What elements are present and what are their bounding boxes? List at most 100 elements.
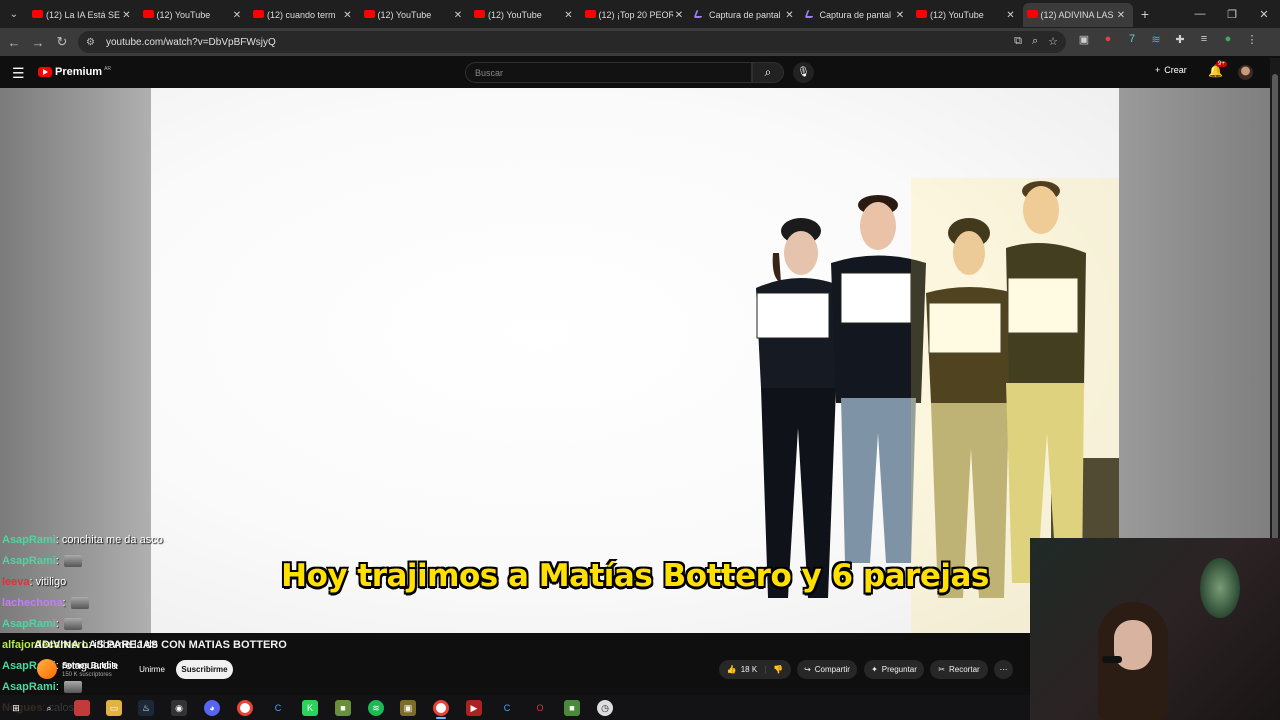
subscribe-button[interactable]: Suscribirme	[176, 660, 233, 679]
browser-tab[interactable]: (12) YouTube ✕	[360, 3, 471, 27]
obs-icon[interactable]: ◉	[171, 700, 187, 716]
reload-icon[interactable]: ↻	[50, 34, 74, 50]
tab-close-icon[interactable]: ✕	[1115, 10, 1127, 21]
forward-icon[interactable]: →	[26, 35, 50, 50]
browser-tab[interactable]: (12) YouTube ✕	[912, 3, 1023, 27]
ask-label: Preguntar	[881, 665, 917, 674]
channel-avatar[interactable]	[37, 659, 57, 679]
taskbar-app-red-icon[interactable]	[74, 700, 90, 716]
steam-icon[interactable]: ♨	[138, 700, 154, 716]
kick-icon[interactable]: K	[302, 700, 318, 716]
install-app-icon[interactable]: ⧉	[1014, 35, 1022, 48]
join-label: Unirme	[139, 665, 165, 674]
close-window-icon[interactable]: ✕	[1248, 0, 1280, 28]
thumbs-up-icon: 👍	[726, 665, 737, 674]
extensions-puzzle-icon[interactable]: ✚	[1172, 33, 1188, 46]
minecraft-icon[interactable]: ■	[335, 700, 351, 716]
browser-tab[interactable]: (12) ADIVINA LAS ✕	[1022, 3, 1133, 27]
clip-button[interactable]: ✂ Recortar	[930, 660, 988, 679]
chat-username[interactable]: leeva	[2, 576, 30, 588]
chrome-active-icon[interactable]	[433, 700, 449, 716]
browser-tab[interactable]: (12) YouTube ✕	[139, 3, 250, 27]
chat-emote-icon	[63, 681, 82, 694]
app-c2-icon[interactable]: C	[499, 700, 515, 716]
media-control-icon[interactable]: ≡	[1196, 33, 1212, 46]
tab-close-icon[interactable]: ✕	[784, 10, 796, 21]
voice-search-button[interactable]: 🎙	[793, 62, 814, 83]
ask-button[interactable]: ✦ Preguntar	[864, 660, 924, 679]
search-input[interactable]: Buscar	[465, 62, 752, 83]
join-button[interactable]: Unirme	[136, 660, 168, 679]
app-c-icon[interactable]: C	[270, 700, 286, 716]
create-button[interactable]: + Crear	[1155, 65, 1187, 75]
search-button[interactable]: ⌕	[752, 62, 784, 83]
chat-username[interactable]: AsapRami	[2, 618, 56, 630]
clip-label: Recortar	[949, 665, 980, 674]
start-windows-icon[interactable]: ⊞	[8, 700, 24, 716]
opera-icon[interactable]: O	[532, 700, 548, 716]
tab-close-icon[interactable]: ✕	[563, 10, 575, 21]
dislike-button[interactable]: 👎	[773, 665, 783, 674]
tab-close-icon[interactable]: ✕	[673, 10, 685, 21]
notifications-button[interactable]: 🔔 9+	[1208, 61, 1227, 78]
tab-list: (12) La IA Está SE ✕ (12) YouTube ✕ (12) cua…	[28, 0, 1133, 28]
extension-translate-icon[interactable]: ▣	[1076, 33, 1092, 46]
browser-tab[interactable]: (12) ¡Top 20 PEOR ✕	[581, 3, 692, 27]
tab-search-icon[interactable]: ⌄	[0, 0, 28, 28]
game-app-icon[interactable]: ▣	[400, 700, 416, 716]
new-tab-icon[interactable]: +	[1133, 6, 1157, 22]
youtube-icon	[32, 10, 43, 18]
video-editor-icon[interactable]: ▶	[466, 700, 482, 716]
search-icon: ⌕	[764, 65, 772, 79]
sparkle-icon: ✦	[871, 665, 878, 674]
tab-close-icon[interactable]: ✕	[894, 10, 906, 21]
minimize-icon[interactable]: —	[1184, 0, 1216, 28]
spotify-icon[interactable]: ≋	[368, 700, 384, 716]
extension-badge-icon[interactable]: ●	[1100, 33, 1116, 46]
bookmark-star-icon[interactable]: ☆	[1048, 35, 1058, 48]
profile-icon[interactable]: ●	[1220, 33, 1236, 46]
zoom-icon[interactable]: ⌕	[1032, 35, 1038, 48]
channel-name[interactable]: Somos Bubble	[62, 661, 118, 670]
address-bar[interactable]: ⚙ youtube.com/watch?v=DbVpBFWsjyQ ⧉ ⌕ ☆	[78, 31, 1066, 53]
discord-icon[interactable]: ◕	[204, 700, 220, 716]
extension-7-icon[interactable]: 7	[1124, 33, 1140, 46]
extension-wave-icon[interactable]: ≋	[1148, 33, 1164, 46]
back-icon[interactable]: ←	[2, 35, 26, 50]
browser-tab[interactable]: Captura de pantal ✕	[802, 3, 913, 27]
tab-close-icon[interactable]: ✕	[121, 10, 133, 21]
youtube-play-icon	[38, 67, 52, 77]
tab-close-icon[interactable]: ✕	[1005, 10, 1017, 21]
video-title: ADIVINA LAS PAREJAS CON MATIAS BOTTERO	[34, 639, 287, 651]
browser-tab[interactable]: (12) La IA Está SE ✕	[28, 3, 139, 27]
browser-tabstrip: ⌄ (12) La IA Está SE ✕ (12) YouTube ✕ (12) c…	[0, 0, 1280, 28]
taskbar-search-icon[interactable]: ⌕	[41, 700, 57, 716]
chat-username[interactable]: AsapRami	[2, 534, 56, 546]
video-player[interactable]: Hoy trajimos a Matías Bottero y 6 pareja…	[151, 88, 1119, 633]
like-button[interactable]: 👍 18 K	[727, 665, 757, 674]
chrome-icon[interactable]	[237, 700, 253, 716]
clock-app-icon[interactable]: ◷	[597, 700, 613, 716]
minecraft-launcher-icon[interactable]: ■	[564, 700, 580, 716]
browser-tab[interactable]: (12) YouTube ✕	[470, 3, 581, 27]
tab-close-icon[interactable]: ✕	[342, 10, 354, 21]
menu-hamburger-icon[interactable]: ☰	[12, 65, 25, 82]
more-actions-button[interactable]: ⋯	[994, 660, 1013, 679]
os-taskbar	[0, 695, 1030, 720]
browser-menu-icon[interactable]: ⋮	[1244, 33, 1260, 46]
file-explorer-icon[interactable]: ▭	[106, 700, 122, 716]
browser-tab[interactable]: (12) cuando term ✕	[249, 3, 360, 27]
account-avatar[interactable]	[1238, 65, 1253, 80]
site-info-icon[interactable]: ⚙	[86, 37, 98, 48]
chat-username[interactable]: AsapRami	[2, 681, 56, 693]
youtube-icon	[474, 10, 485, 18]
tab-close-icon[interactable]: ✕	[452, 10, 464, 21]
tab-close-icon[interactable]: ✕	[231, 10, 243, 21]
youtube-logo[interactable]: Premium AR	[38, 66, 111, 78]
share-button[interactable]: ↪ Compartir	[797, 660, 857, 679]
browser-tab[interactable]: Captura de pantal ✕	[691, 3, 802, 27]
youtube-icon	[916, 10, 927, 18]
chat-username[interactable]: AsapRami	[2, 555, 56, 567]
maximize-icon[interactable]: ❐	[1216, 0, 1248, 28]
chat-username[interactable]: lachechona	[2, 597, 63, 609]
